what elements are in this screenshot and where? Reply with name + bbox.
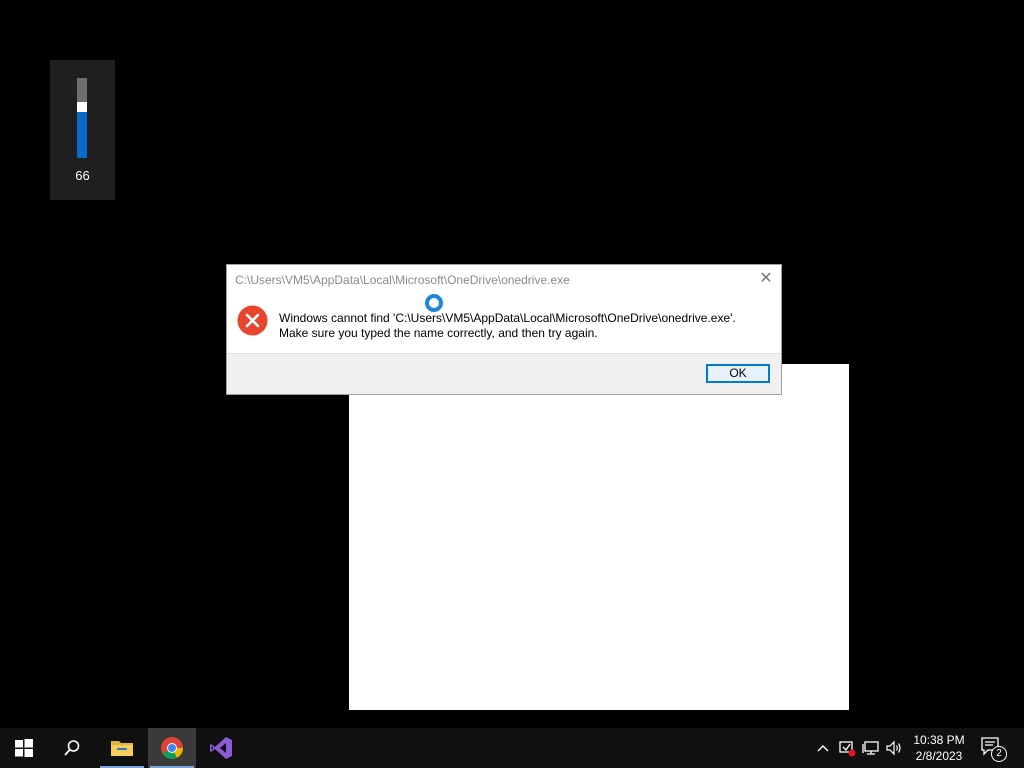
network-icon[interactable] [861,738,881,758]
dialog-message-line2: Make sure you typed the name correctly, … [279,326,598,340]
dialog-footer: OK [227,353,781,394]
ok-button[interactable]: OK [706,364,770,383]
folder-icon [111,741,133,756]
clock-time: 10:38 PM [913,733,965,747]
blank-window[interactable] [349,364,849,710]
start-button[interactable] [0,728,48,768]
volume-icon[interactable] [884,738,904,758]
search-icon [64,740,80,756]
security-alert-icon[interactable] [837,738,857,758]
volume-value: 66 [75,168,90,183]
clock-date: 2/8/2023 [915,749,963,763]
taskbar-file-explorer[interactable] [98,728,146,768]
windows-logo-icon [15,739,33,757]
close-icon[interactable]: ✕ [757,269,775,289]
volume-slider-track[interactable] [77,78,87,158]
dialog-title: C:\Users\VM5\AppData\Local\Microsoft\One… [235,273,570,287]
visual-studio-icon [210,737,232,759]
action-center-button[interactable]: 2 [980,736,1007,762]
dialog-message: Windows cannot find 'C:\Users\VM5\AppDat… [279,311,736,341]
volume-slider-fill [77,112,87,158]
dialog-message-line1: Windows cannot find 'C:\Users\VM5\AppDat… [279,311,736,325]
desktop: 66 C:\Users\VM5\AppData\Local\Microsoft\… [0,0,1024,728]
taskbar-clock[interactable]: 10:38 PM 2/8/2023 [904,732,974,764]
show-hidden-icons-chevron-icon[interactable] [813,738,833,758]
error-icon [237,305,268,336]
notification-count-badge: 2 [991,746,1007,762]
taskbar: 10:38 PM 2/8/2023 2 [0,728,1024,768]
chrome-icon [161,737,183,759]
taskbar-chrome[interactable] [148,728,196,768]
volume-slider-thumb[interactable] [77,102,87,112]
search-button[interactable] [48,728,96,768]
volume-flyout[interactable]: 66 [50,60,115,200]
error-dialog: C:\Users\VM5\AppData\Local\Microsoft\One… [226,264,782,395]
taskbar-visual-studio[interactable] [197,728,245,768]
busy-cursor-icon [425,294,443,312]
